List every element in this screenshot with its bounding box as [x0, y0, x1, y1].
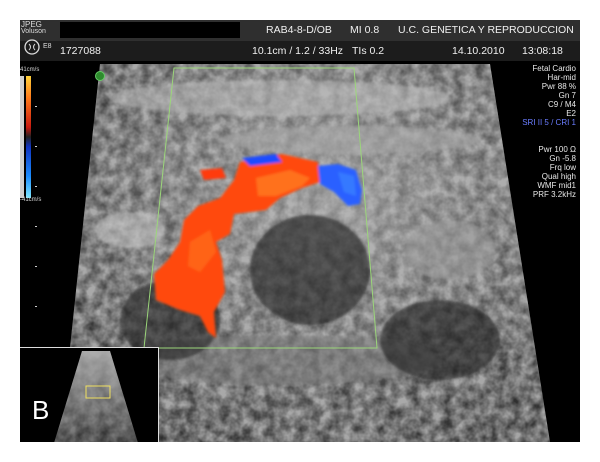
param-gn: Gn 7 — [558, 91, 576, 100]
patient-id: 1727088 — [60, 45, 101, 57]
param-e2: E2 — [566, 109, 576, 118]
exam-time: 13:08:18 — [522, 45, 563, 57]
ultrasound-screen: JPEG Voluson E8 1727088 RAB4-8-D/OB MI 0… — [20, 20, 580, 442]
orientation-marker — [95, 71, 105, 81]
logo-model-label: E8 — [43, 43, 52, 50]
param-c9m4: C9 / M4 — [547, 100, 576, 109]
depth-ticks — [35, 106, 37, 307]
overview-thumbnail: B — [20, 347, 159, 442]
param-frq: Frq low — [549, 163, 576, 172]
param-pwr2: Pwr 100 Ω — [538, 145, 576, 154]
param-preset: Fetal Cardio — [532, 64, 576, 73]
exam-date: 14.10.2010 — [452, 45, 505, 57]
institution-name: U.C. GENETICA Y REPRODUCCION — [398, 24, 574, 36]
logo-brand-label: Voluson — [21, 28, 46, 35]
thumbnail-label: B — [32, 395, 50, 425]
redaction-bar — [60, 22, 240, 38]
probe-preset: RAB4-8-D/OB — [266, 24, 332, 36]
color-scale-bar — [26, 76, 31, 198]
param-pwr: Pwr 88 % — [541, 82, 576, 91]
ge-logo-icon — [24, 39, 40, 55]
mechanical-index: MI 0.8 — [350, 24, 380, 36]
depth-frequency: 10.1cm / 1.2 / 33Hz — [252, 45, 344, 57]
color-scale-top-label: 41cm/s — [20, 67, 40, 73]
param-prf: PRF 3.2kHz — [532, 190, 576, 199]
param-pwr2-value: Pwr 100 — [538, 145, 568, 154]
param-har: Har-mid — [547, 73, 576, 82]
param-gn2: Gn -5.8 — [549, 154, 576, 163]
param-wmf: WMF mid1 — [537, 181, 576, 190]
param-sri: SRI II 5 / CRI 1 — [522, 118, 576, 127]
param-qual: Qual high — [541, 172, 576, 181]
ohm-icon: Ω — [570, 145, 576, 154]
grey-scale-bar — [20, 76, 24, 198]
thermal-index: TIs 0.2 — [352, 45, 385, 57]
color-scale-bottom-label: -41cm/s — [20, 197, 42, 203]
